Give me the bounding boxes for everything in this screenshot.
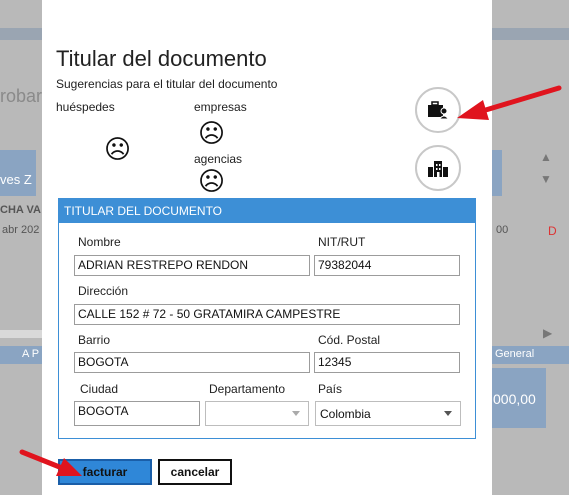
nombre-label: Nombre bbox=[78, 235, 121, 249]
agency-lookup-button[interactable] bbox=[415, 145, 461, 191]
ciudad-label: Ciudad bbox=[80, 382, 119, 396]
postal-code-field[interactable]: 12345 bbox=[314, 352, 460, 373]
postal-code-label: Cód. Postal bbox=[318, 333, 381, 347]
background-text: robar bbox=[0, 86, 43, 106]
pais-label: País bbox=[318, 382, 343, 396]
background-text: abr 202 bbox=[2, 224, 40, 236]
agencies-label: agencias bbox=[194, 152, 243, 166]
background-text: ves Z bbox=[0, 172, 32, 187]
direccion-label: Dirección bbox=[78, 284, 129, 298]
background-text: 000,00 bbox=[493, 391, 536, 407]
companies-empty-icon: ☹ bbox=[198, 118, 226, 148]
nit-field[interactable]: 79382044 bbox=[314, 255, 460, 276]
briefcase-person-icon bbox=[428, 101, 449, 120]
guests-label: huéspedes bbox=[56, 100, 115, 114]
background-tab-right bbox=[492, 150, 502, 196]
buildings-icon bbox=[428, 161, 448, 177]
scroll-up-icon[interactable]: ▲ bbox=[540, 150, 552, 164]
background-text: 00 bbox=[496, 224, 509, 236]
direccion-field[interactable]: CALLE 152 # 72 - 50 GRATAMIRA CAMPESTRE bbox=[74, 304, 460, 325]
pais-select[interactable]: Colombia bbox=[315, 401, 461, 426]
guests-empty-icon: ☹ bbox=[104, 134, 132, 164]
scroll-down-icon[interactable]: ▼ bbox=[540, 172, 552, 186]
panel-header: TITULAR DEL DOCUMENTO bbox=[59, 199, 475, 223]
background-text: General bbox=[495, 348, 535, 360]
background-text: D bbox=[548, 224, 557, 238]
chevron-down-icon bbox=[444, 411, 452, 416]
cancelar-button[interactable]: cancelar bbox=[158, 459, 232, 485]
annotation-arrow-icon bbox=[19, 449, 82, 476]
nit-label: NIT/RUT bbox=[318, 235, 366, 249]
annotation-arrow-icon bbox=[457, 85, 562, 120]
nombre-field[interactable]: ADRIAN RESTREPO RENDON bbox=[74, 255, 310, 276]
barrio-label: Barrio bbox=[78, 333, 111, 347]
background-bar bbox=[0, 330, 42, 338]
agencies-empty-icon: ☹ bbox=[198, 166, 226, 196]
departamento-label: Departamento bbox=[209, 382, 286, 396]
scroll-right-icon[interactable]: ▶ bbox=[543, 326, 552, 340]
ciudad-field[interactable]: BOGOTA bbox=[74, 401, 200, 426]
background-text: A P bbox=[22, 348, 40, 360]
dialog-title: Titular del documento bbox=[56, 46, 267, 71]
departamento-select[interactable] bbox=[205, 401, 309, 426]
companies-label: empresas bbox=[194, 100, 247, 114]
pais-value: Colombia bbox=[320, 407, 371, 421]
barrio-field[interactable]: BOGOTA bbox=[74, 352, 310, 373]
background-text: CHA VA bbox=[0, 204, 41, 216]
document-holder-panel: TITULAR DEL DOCUMENTO Nombre ADRIAN REST… bbox=[58, 198, 476, 439]
dialog-subtitle: Sugerencias para el titular del document… bbox=[56, 77, 278, 91]
chevron-down-icon bbox=[292, 411, 300, 416]
document-holder-dialog: Titular del documento Sugerencias para e… bbox=[42, 0, 492, 495]
